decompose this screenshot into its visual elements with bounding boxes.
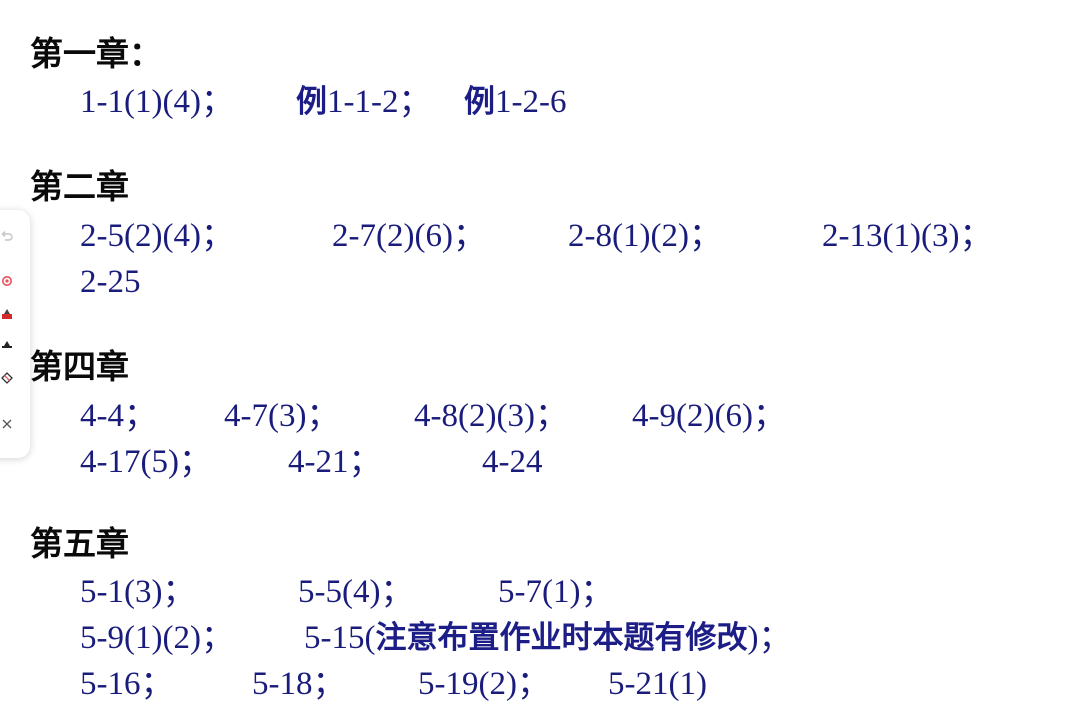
exercise-item: 5-5(4)；	[298, 574, 414, 610]
exercise-item: 1-1(1)(4)；	[80, 84, 234, 120]
exercise-item: 5-16；	[80, 666, 174, 702]
exercise-item: 4-8(2)(3)；	[414, 398, 568, 434]
annotation-toolbar	[0, 210, 30, 458]
chapter-heading-1: 第一章：	[30, 34, 162, 73]
exercise-item: 5-9(1)(2)；	[80, 620, 234, 656]
exercise-item: 4-24	[482, 444, 543, 480]
example-item: 例1-2-6	[464, 84, 567, 120]
chapter-heading-2: 第二章	[30, 167, 129, 206]
exercise-item: 2-8(1)(2)；	[568, 218, 722, 254]
exercise-item: 5-1(3)；	[80, 574, 196, 610]
exercise-item: 2-13(1)(3)；	[822, 218, 993, 254]
chapter-heading-5: 第五章	[30, 524, 129, 563]
exercise-item: 5-7(1)；	[498, 574, 614, 610]
close-icon[interactable]	[0, 417, 14, 431]
undo-icon[interactable]	[0, 230, 14, 244]
exercise-item: 4-21；	[288, 444, 382, 480]
exercise-item: 4-9(2)(6)；	[632, 398, 786, 434]
highlighter-black-icon[interactable]	[0, 338, 14, 352]
exercise-item: 2-5(2)(4)；	[80, 218, 234, 254]
exercise-item: 4-7(3)；	[224, 398, 340, 434]
exercise-item: 5-19(2)；	[418, 666, 550, 702]
eraser-icon[interactable]	[0, 370, 14, 384]
chapter-heading-4: 第四章	[30, 347, 129, 386]
example-label: 例	[464, 84, 495, 120]
highlighter-red-icon[interactable]	[0, 307, 14, 321]
exercise-item: 5-18；	[252, 666, 346, 702]
example-label: 例	[296, 84, 327, 120]
exercise-item: 4-4；	[80, 398, 157, 434]
revision-note: 注意布置作业时本题有修改	[375, 620, 748, 656]
example-item: 例1-1-2；	[296, 84, 432, 120]
exercise-item: 2-25	[80, 264, 141, 300]
exercise-item: 5-21(1)	[608, 666, 707, 702]
exercise-item: 4-17(5)；	[80, 444, 212, 480]
exercise-item: 2-7(2)(6)；	[332, 218, 486, 254]
record-icon[interactable]	[0, 274, 14, 288]
exercise-item-with-note: 5-15(注意布置作业时本题有修改)；	[304, 620, 792, 656]
